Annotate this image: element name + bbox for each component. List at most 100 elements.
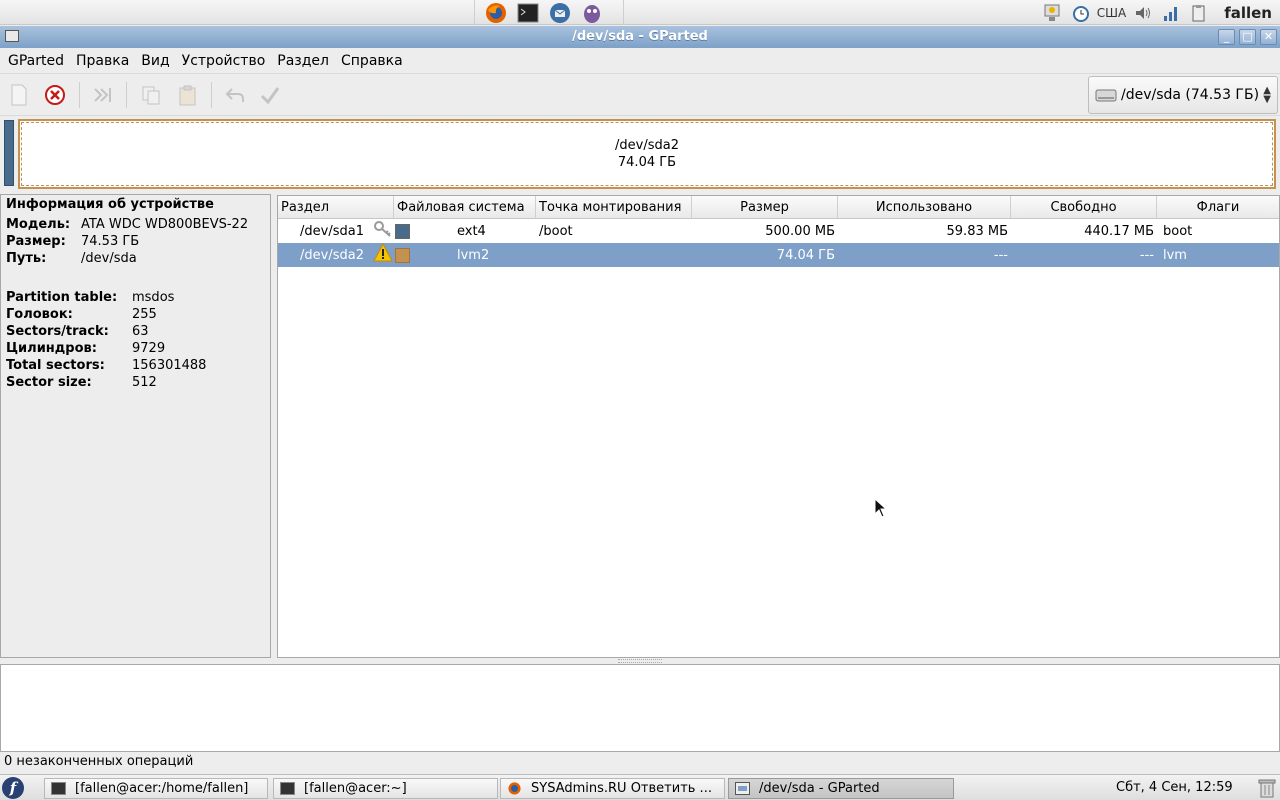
menu-partition[interactable]: Раздел (271, 53, 335, 69)
row-size: 500.00 МБ (765, 223, 835, 239)
sectors-track-label: Sectors/track: (6, 324, 109, 339)
keyboard-layout[interactable]: США (1097, 6, 1126, 20)
fs-color-swatch (395, 223, 410, 239)
model-value: ATA WDC WD800BEVS-22 (81, 217, 249, 232)
task-label: [fallen@acer:/home/fallen] (75, 781, 249, 796)
partition-table: Раздел Файловая система Точка монтирован… (277, 195, 1280, 658)
operations-list (0, 664, 1280, 752)
col-used[interactable]: Использовано (838, 196, 1011, 218)
row-filesystem: ext4 (457, 223, 486, 239)
heads-value: 255 (132, 307, 157, 322)
row-used: --- (993, 247, 1008, 263)
table-row[interactable]: /dev/sda2 lvm2 74.04 ГБ --- --- lvm (278, 242, 1279, 267)
task-label: [fallen@acer:~] (304, 781, 407, 796)
size-label: Размер: (6, 234, 66, 249)
window-title: /dev/sda - GParted (572, 29, 708, 44)
update-icon[interactable] (1041, 2, 1063, 24)
partition-map: /dev/sda2 74.04 ГБ (0, 117, 1280, 190)
sectors-track-value: 63 (132, 324, 149, 339)
table-row[interactable]: /dev/sda1 ext4 /boot 500.00 МБ 59.83 МБ … (278, 219, 1279, 243)
partition-map-name: /dev/sda2 (615, 138, 679, 153)
pane-splitter[interactable] (618, 659, 662, 663)
path-value: /dev/sda (81, 251, 137, 266)
apply-button[interactable] (257, 82, 283, 108)
row-size: 74.04 ГБ (776, 247, 835, 263)
harddisk-icon (1095, 89, 1117, 102)
fedora-menu-icon[interactable]: f (2, 777, 24, 799)
menu-edit[interactable]: Правка (70, 53, 135, 69)
top-panel: США fallen (0, 0, 1280, 25)
system-tray: США fallen (1041, 0, 1280, 25)
partition-table-label: Partition table: (6, 290, 118, 305)
undo-button[interactable] (222, 82, 248, 108)
row-free: 440.17 МБ (1084, 223, 1154, 239)
volume-icon[interactable] (1132, 2, 1154, 24)
task-terminal[interactable]: [fallen@acer:~] (273, 778, 498, 799)
window-titlebar[interactable]: /dev/sda - GParted _ □ ✕ (0, 26, 1280, 48)
col-partition[interactable]: Раздел (278, 196, 394, 218)
terminal-icon[interactable] (515, 1, 541, 25)
sector-size-label: Sector size: (6, 375, 92, 390)
menu-view[interactable]: Вид (135, 53, 175, 69)
mouse-cursor-icon (874, 498, 888, 518)
thunderbird-icon[interactable] (547, 1, 573, 25)
clock-sync-icon[interactable] (1069, 2, 1091, 24)
task-terminal-home[interactable]: [fallen@acer:/home/fallen] (44, 778, 268, 799)
row-used: 59.83 МБ (946, 223, 1008, 239)
table-header: Раздел Файловая система Точка монтирован… (278, 196, 1279, 219)
device-info-panel: Информация об устройстве Модель: ATA WDC … (0, 194, 271, 658)
paste-button[interactable] (175, 82, 201, 108)
unallocated-bar[interactable] (4, 120, 14, 186)
warning-icon (373, 242, 394, 267)
col-mountpoint[interactable]: Точка монтирования (536, 196, 692, 218)
col-free[interactable]: Свободно (1011, 196, 1157, 218)
fs-color-swatch (395, 247, 410, 263)
resize-move-button[interactable] (90, 82, 116, 108)
total-sectors-label: Total sectors: (6, 358, 105, 373)
col-flags[interactable]: Флаги (1157, 196, 1279, 218)
toolbar: /dev/sda (74.53 ГБ) ▲ ▼ (0, 73, 1280, 116)
task-label: /dev/sda - GParted (759, 781, 880, 796)
menu-device[interactable]: Устройство (176, 53, 272, 69)
close-button[interactable]: ✕ (1260, 29, 1277, 45)
key-icon (373, 220, 394, 242)
maximize-button[interactable]: □ (1239, 29, 1256, 45)
launcher-area (474, 0, 624, 25)
path-label: Путь: (6, 251, 47, 266)
clipboard-icon[interactable] (1188, 2, 1210, 24)
delete-partition-button[interactable] (42, 82, 68, 108)
firefox-icon[interactable] (483, 1, 509, 25)
device-selector[interactable]: /dev/sda (74.53 ГБ) ▲ ▼ (1088, 76, 1278, 114)
task-label: SYSAdmins.RU Ответить ... (531, 781, 712, 796)
col-filesystem[interactable]: Файловая система (394, 196, 536, 218)
device-selector-label: /dev/sda (74.53 ГБ) (1121, 87, 1260, 103)
menu-gparted[interactable]: GParted (2, 53, 70, 69)
network-icon[interactable] (1160, 2, 1182, 24)
row-partition: /dev/sda1 (300, 223, 364, 239)
cylinders-value: 9729 (132, 341, 166, 356)
row-filesystem: lvm2 (457, 247, 490, 263)
copy-button[interactable] (138, 82, 164, 108)
minimize-button[interactable]: _ (1218, 29, 1235, 45)
row-partition: /dev/sda2 (300, 247, 364, 263)
new-partition-button[interactable] (6, 82, 32, 108)
partition-map-size: 74.04 ГБ (617, 155, 677, 170)
row-mountpoint: /boot (539, 223, 573, 239)
partition-map-sda2[interactable]: /dev/sda2 74.04 ГБ (18, 119, 1276, 189)
menu-help[interactable]: Справка (335, 53, 409, 69)
partition-table-value: msdos (132, 290, 175, 305)
row-flags: lvm (1163, 247, 1187, 263)
device-info-header: Информация об устройстве (6, 197, 214, 212)
user-menu[interactable]: fallen (1224, 4, 1272, 22)
task-gparted[interactable]: /dev/sda - GParted (728, 778, 954, 799)
cylinders-label: Цилиндров: (6, 341, 97, 356)
heads-label: Головок: (6, 307, 73, 322)
clock[interactable]: Сбт, 4 Сен, 12:59 (1116, 780, 1233, 795)
status-bar: 0 незаконченных операций (4, 754, 194, 769)
model-label: Модель: (6, 217, 71, 232)
pidgin-icon[interactable] (579, 1, 605, 25)
col-size[interactable]: Размер (692, 196, 838, 218)
row-free: --- (1139, 247, 1154, 263)
task-firefox[interactable]: SYSAdmins.RU Ответить ... (500, 778, 725, 799)
trash-icon[interactable] (1258, 778, 1276, 798)
